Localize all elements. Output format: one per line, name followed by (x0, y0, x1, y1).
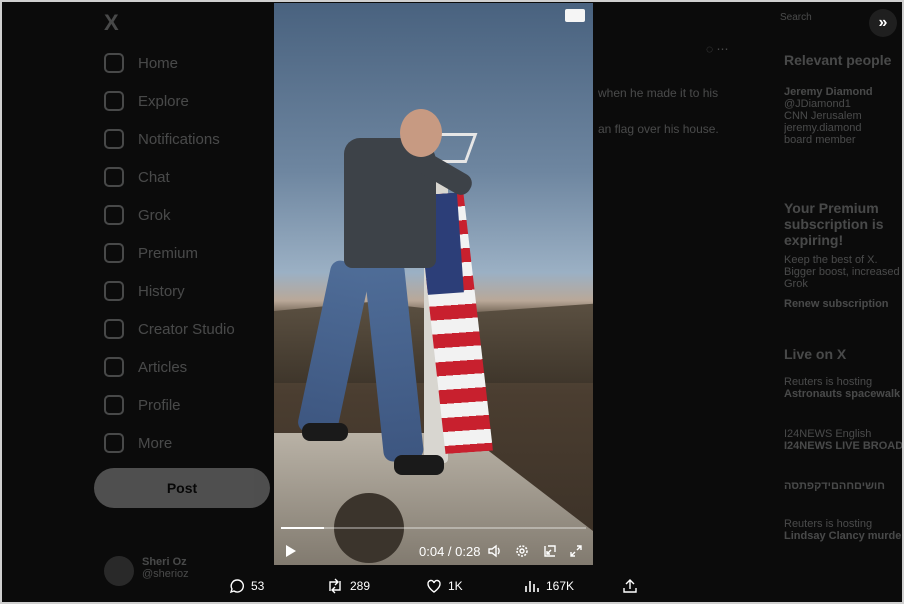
like-count: 1K (448, 579, 463, 593)
nav-articles[interactable]: Articles (104, 355, 187, 379)
video-progress-bar[interactable] (281, 527, 586, 529)
premium-card: Your Premium subscription is expiring! K… (784, 200, 904, 310)
more-icon (104, 433, 124, 453)
tweet-text-line2: an flag over his house. (598, 122, 719, 136)
relevant-name[interactable]: Jeremy Diamond (784, 86, 904, 98)
nav-history[interactable]: History (104, 279, 185, 303)
nav-chat[interactable]: Chat (104, 165, 170, 189)
repost-icon (329, 578, 341, 594)
nav-premium[interactable]: Premium (104, 241, 198, 265)
post-button[interactable]: Post (94, 468, 270, 508)
nav-chat-label: Chat (138, 168, 170, 186)
account-switcher[interactable]: Sheri Oz @sherioz (104, 556, 189, 586)
avatar (104, 556, 134, 586)
nav-creator-studio-label: Creator Studio (138, 320, 235, 338)
views-button[interactable]: 167K (524, 578, 574, 594)
nav-articles-label: Articles (138, 358, 188, 376)
nav-more-label: More (138, 434, 173, 452)
picture-in-picture-icon[interactable] (542, 543, 558, 559)
live4-title[interactable]: Lindsay Clancy murder continues (784, 530, 904, 542)
relevant-bio-2: jeremy.diamond (784, 122, 862, 134)
video-person-shoe (394, 455, 444, 475)
premium-heading: Your Premium subscription is expiring! (784, 200, 884, 248)
reply-icon (229, 579, 244, 594)
home-icon (104, 53, 124, 73)
volume-icon[interactable] (487, 543, 503, 559)
like-button[interactable]: 1K (426, 578, 463, 594)
video-person-shoe (302, 423, 348, 441)
live-section: Live on X Reuters is hosting Astronauts … (784, 346, 904, 542)
search-icon (104, 91, 124, 111)
relevant-bio-3: board member (784, 134, 856, 146)
share-icon (623, 579, 637, 593)
bell-icon (104, 129, 124, 149)
bookmark-icon (104, 281, 124, 301)
live1-title[interactable]: Astronauts spacewalk (784, 388, 904, 400)
premium-icon (104, 243, 124, 263)
relevant-handle: @JDiamond1 (784, 98, 851, 110)
live2-title[interactable]: I24NEWS LIVE BROADCAST (784, 440, 904, 452)
views-count: 167K (546, 579, 575, 593)
expand-collapse-icon[interactable]: » (869, 9, 897, 37)
tweet-more-icon[interactable]: ◌ ⋯ (706, 42, 728, 56)
nav-explore-label: Explore (138, 92, 189, 110)
nav-home-label: Home (138, 54, 179, 72)
nav-grok[interactable]: Grok (104, 203, 171, 227)
tweet-text-line1: when he made it to his (598, 86, 719, 100)
live4-source: Reuters (784, 518, 823, 530)
chat-icon (104, 167, 124, 187)
live2-source: I24NEWS English (784, 428, 872, 440)
nav-profile-label: Profile (138, 396, 181, 414)
grok-icon (104, 205, 124, 225)
live1-source: Reuters (784, 376, 823, 388)
account-handle: @sherioz (142, 568, 189, 580)
reply-button[interactable]: 53 (229, 578, 264, 594)
rocket-icon (104, 319, 124, 339)
person-icon (104, 395, 124, 415)
search-input[interactable]: Search (780, 12, 812, 23)
nav-creator-studio[interactable]: Creator Studio (104, 317, 235, 341)
renew-link[interactable]: Renew subscription (784, 298, 904, 310)
nav-grok-label: Grok (138, 206, 171, 224)
nav-notifications[interactable]: Notifications (104, 127, 220, 151)
captions-icon[interactable] (565, 9, 585, 22)
live4-status: is hosting (825, 518, 873, 530)
media-viewer: X Home Explore Notifications Chat Grok P… (0, 0, 904, 604)
nav-notifications-label: Notifications (138, 130, 220, 148)
relevant-heading: Relevant people (784, 52, 892, 68)
article-icon (104, 357, 124, 377)
nav-profile[interactable]: Profile (104, 393, 181, 417)
premium-body: Keep the best of X. Bigger boost, increa… (784, 254, 900, 290)
live1-status: is hosting (825, 376, 873, 388)
repost-button[interactable]: 289 (326, 578, 370, 594)
nav-history-label: History (138, 282, 185, 300)
relevant-people: Relevant people Jeremy Diamond @JDiamond… (784, 52, 904, 146)
x-logo-icon[interactable]: X (104, 10, 119, 36)
views-icon (525, 581, 539, 592)
video-player[interactable] (274, 3, 593, 565)
live3-title[interactable]: חושיםחהםידקפתסה (784, 480, 904, 492)
live-heading: Live on X (784, 346, 847, 362)
relevant-bio-1: CNN Jerusalem (784, 110, 862, 122)
nav-home[interactable]: Home (104, 51, 178, 75)
repost-count: 289 (350, 579, 371, 593)
video-person-head (400, 109, 442, 157)
share-button[interactable] (622, 578, 638, 594)
play-icon[interactable] (286, 545, 296, 557)
heart-icon (427, 579, 441, 593)
fullscreen-icon[interactable] (569, 543, 583, 559)
nav-more[interactable]: More (104, 431, 172, 455)
reply-count: 53 (251, 579, 265, 593)
nav-explore[interactable]: Explore (104, 89, 189, 113)
settings-icon[interactable] (514, 543, 530, 559)
account-name: Sheri Oz (142, 556, 187, 568)
video-time: 0:04 / 0:28 (419, 543, 481, 559)
nav-premium-label: Premium (138, 244, 199, 262)
video-progress-fill (281, 527, 324, 529)
